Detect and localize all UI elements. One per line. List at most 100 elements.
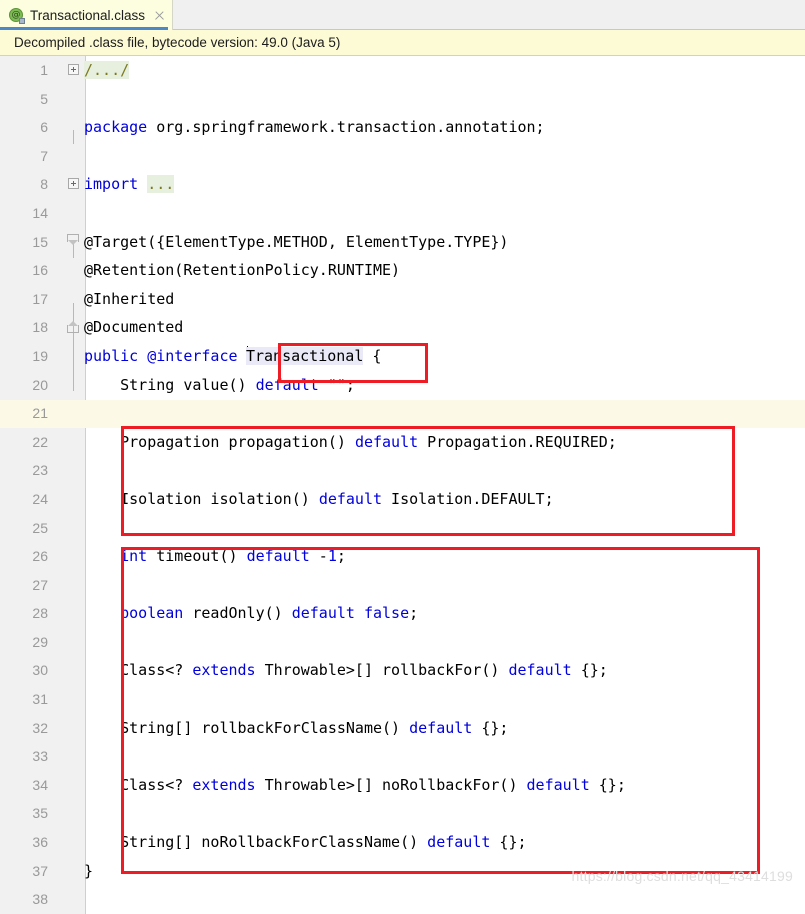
member-readonly-decl: readOnly() — [183, 604, 292, 623]
line-number: 27 — [32, 576, 48, 593]
line-number: 8 — [40, 176, 48, 193]
lock-badge-icon — [19, 17, 25, 24]
line-content: Isolation isolation() default Isolation.… — [84, 485, 554, 514]
line-content: String value() default ""; — [84, 371, 355, 400]
notification-message: Decompiled .class file, bytecode version… — [14, 35, 341, 50]
package-name: org.springframework.transaction.annotati… — [156, 118, 545, 137]
code-line[interactable]: 19 public @interface Transactional { — [0, 342, 805, 371]
code-line[interactable]: 34 Class<? extends Throwable>[] noRollba… — [0, 771, 805, 800]
line-number: 30 — [32, 662, 48, 679]
line-content: @Retention(RetentionPolicy.RUNTIME) — [84, 261, 401, 280]
close-icon[interactable] — [153, 9, 166, 22]
code-line[interactable]: 33 — [0, 742, 805, 771]
code-line[interactable]: 23 — [0, 456, 805, 485]
code-line[interactable]: 26 int timeout() default -1; — [0, 542, 805, 571]
line-content: String[] rollbackForClassName() default … — [84, 714, 508, 743]
line-number: 24 — [32, 490, 48, 507]
line-number: 29 — [32, 633, 48, 650]
code-editor[interactable]: 1 /.../ 5 6 package org.springframework.… — [0, 56, 805, 914]
line-content: Class<? extends Throwable>[] rollbackFor… — [84, 656, 608, 685]
editor-tab-label: Transactional.class — [30, 7, 146, 23]
code-line[interactable]: 5 — [0, 85, 805, 114]
fold-region-start-icon[interactable] — [67, 233, 79, 248]
code-line[interactable]: 28 boolean readOnly() default false; — [0, 599, 805, 628]
code-line[interactable]: 6 package org.springframework.transactio… — [0, 113, 805, 142]
code-line[interactable]: 35 — [0, 799, 805, 828]
line-number: 36 — [32, 834, 48, 851]
line-content: String[] noRollbackForClassName() defaul… — [84, 828, 527, 857]
member-propagation-decl: Propagation propagation() — [84, 432, 355, 451]
code-line[interactable]: 38 — [0, 885, 805, 914]
keyword-default: default — [255, 375, 319, 394]
class-wildcard-prefix: Class<? — [84, 661, 193, 680]
line-content: } — [84, 861, 94, 880]
source-code-area[interactable]: 1 /.../ 5 6 package org.springframework.… — [0, 56, 805, 914]
fold-toggle-plus-icon[interactable] — [68, 64, 79, 75]
type-name-transactional[interactable]: Transactional — [245, 346, 364, 365]
fold-toggle-plus-icon[interactable] — [68, 178, 79, 190]
semicolon: ; — [409, 604, 419, 623]
line-number: 21 — [32, 405, 48, 422]
annotation-class-icon: @ — [9, 7, 25, 24]
keyword-at-interface: @interface — [147, 346, 238, 365]
code-line[interactable]: 1 /.../ — [0, 56, 805, 85]
folded-import-placeholder[interactable]: ... — [147, 175, 175, 194]
decompiled-file-notification: Decompiled .class file, bytecode version… — [0, 30, 805, 56]
member-isolation-decl: Isolation isolation() — [84, 489, 319, 508]
line-number: 16 — [32, 262, 48, 279]
semicolon: ; — [345, 375, 355, 394]
line-content: package org.springframework.transaction.… — [84, 113, 545, 142]
editor-tab-transactional-class[interactable]: @ Transactional.class — [0, 0, 174, 30]
keyword-default: default — [354, 432, 419, 451]
semicolon: ; — [336, 547, 346, 566]
keyword-default: default — [526, 775, 590, 794]
code-line[interactable]: 27 — [0, 571, 805, 600]
code-line[interactable]: 29 — [0, 628, 805, 657]
keyword-false: false — [363, 604, 410, 623]
line-content: boolean readOnly() default false; — [84, 599, 418, 628]
code-line[interactable]: 14 — [0, 199, 805, 228]
minus-sign: - — [309, 547, 328, 566]
code-line[interactable]: 16 @Retention(RetentionPolicy.RUNTIME) — [0, 256, 805, 285]
code-line[interactable]: 36 String[] noRollbackForClassName() def… — [0, 828, 805, 857]
code-line[interactable]: 30 Class<? extends Throwable>[] rollback… — [0, 656, 805, 685]
line-content: @Documented — [84, 318, 184, 337]
code-line[interactable]: 20 String value() default ""; — [0, 371, 805, 400]
code-line[interactable]: 17 @Inherited — [0, 285, 805, 314]
line-number: 32 — [32, 719, 48, 736]
code-line[interactable]: 22 Propagation propagation() default Pro… — [0, 428, 805, 457]
line-number: 7 — [40, 147, 48, 164]
line-number: 15 — [32, 233, 48, 250]
code-line[interactable]: 31 — [0, 685, 805, 714]
code-line[interactable]: 15 @Target({ElementType.METHOD, ElementT… — [0, 228, 805, 257]
line-number: 5 — [40, 90, 48, 107]
empty-braces: {}; — [490, 833, 527, 852]
open-brace: { — [372, 346, 382, 365]
code-line[interactable]: 32 String[] rollbackForClassName() defau… — [0, 714, 805, 743]
watermark-text: https://blog.csdn.net/qq_43414199 — [571, 868, 793, 884]
code-line[interactable]: 24 Isolation isolation() default Isolati… — [0, 485, 805, 514]
line-number: 20 — [32, 376, 48, 393]
keyword-import: import — [84, 175, 139, 194]
code-line[interactable]: 7 — [0, 142, 805, 171]
fold-region-end-icon[interactable] — [67, 321, 79, 334]
line-content: public @interface Transactional { — [84, 342, 381, 371]
code-line[interactable]: 21 — [0, 399, 805, 428]
code-line[interactable]: 25 — [0, 514, 805, 543]
line-number: 18 — [32, 319, 48, 336]
member-norollbackfor-decl: Throwable>[] noRollbackFor() — [255, 775, 527, 794]
isolation-default-value: Isolation.DEFAULT; — [382, 489, 554, 508]
member-timeout-decl: timeout() — [147, 547, 247, 566]
line-number: 38 — [32, 891, 48, 908]
folded-comment-placeholder[interactable]: /.../ — [84, 61, 130, 79]
code-line[interactable]: 18 @Documented — [0, 313, 805, 342]
line-number: 25 — [32, 519, 48, 536]
code-line[interactable]: 8 import ... — [0, 170, 805, 199]
propagation-default-value: Propagation.REQUIRED; — [418, 432, 617, 451]
line-number: 37 — [32, 862, 48, 879]
